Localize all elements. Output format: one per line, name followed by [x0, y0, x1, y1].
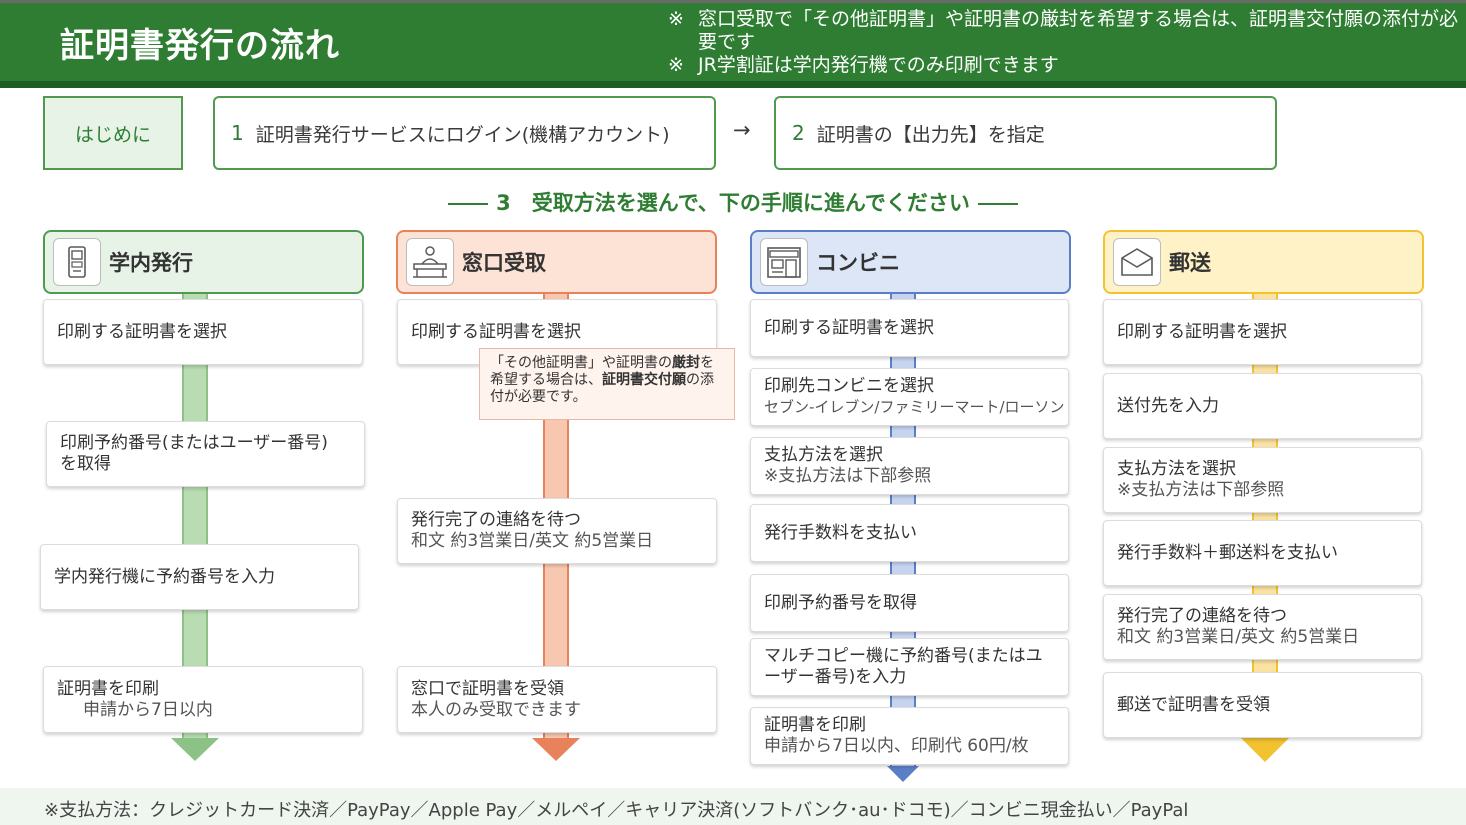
step-line: 印刷予約番号を取得	[764, 592, 917, 613]
intro-step-login: 1 証明書発行サービスにログイン(機構アカウント)	[213, 96, 716, 170]
note-mark: ※	[668, 8, 684, 30]
campus-step-enter-number: 学内発行機に予約番号を入力	[40, 544, 359, 610]
flow-arrowhead-counter	[532, 738, 580, 761]
note-text: JR学割証は学内発行機でのみ印刷できます	[698, 54, 1059, 76]
column-title: コンビニ	[816, 251, 900, 275]
callout-emphasis: 証明書交付願	[602, 372, 686, 388]
note-mark: ※	[668, 54, 684, 76]
convenience-step-get-number: 印刷予約番号を取得	[750, 574, 1069, 632]
step-line: 支払方法を選択	[1117, 459, 1236, 479]
intro-label: はじめに	[43, 96, 183, 170]
header-note-counter: ※ 窓口受取で「その他証明書」や証明書の厳封を希望する場合は、証明書交付願の添付…	[668, 8, 1458, 54]
campus-step-select: 印刷する証明書を選択	[43, 299, 363, 365]
mail-step-select: 印刷する証明書を選択	[1103, 299, 1422, 365]
note-text: 窓口受取で「その他証明書」や証明書の厳封を希望する場合は、証明書交付願の添付が必…	[698, 8, 1459, 53]
convenience-step-pay: 発行手数料を支払い	[750, 504, 1069, 562]
header-notes: ※ 窓口受取で「その他証明書」や証明書の厳封を希望する場合は、証明書交付願の添付…	[668, 8, 1458, 77]
flow-arrowhead-mail	[1241, 738, 1289, 762]
campus-step-get-number: 印刷予約番号(またはユーザー番号) を取得	[46, 421, 365, 487]
step-line: 申請から7日以内、印刷代 60円/枚	[764, 736, 1029, 756]
step-line: ※支払方法は下部参照	[1117, 480, 1285, 500]
step-line: 本人のみ受取できます	[411, 699, 581, 720]
step-line: 学内発行機に予約番号を入力	[54, 566, 275, 587]
convenience-step-enter-number: マルチコピー機に予約番号(またはユ ーザー番号)を入力	[750, 638, 1069, 696]
column-title: 郵送	[1169, 251, 1211, 275]
step-line: 印刷先コンビニを選択	[764, 376, 934, 396]
campus-step-print: 証明書を印刷 申請から7日以内	[43, 666, 363, 733]
step-line: 和文 約3営業日/英文 約5営業日	[411, 531, 654, 551]
column-header-counter: 窓口受取	[396, 230, 717, 294]
column-title: 窓口受取	[462, 251, 546, 275]
step-line: 印刷する証明書を選択	[411, 321, 581, 342]
intro-step-destination: 2 証明書の【出力先】を指定	[774, 96, 1277, 170]
convenience-step-store: 印刷先コンビニを選択 セブン-イレブン/ファミリーマート/ローソン	[750, 368, 1069, 426]
step-line: ーザー番号)を入力	[764, 667, 907, 687]
step-line: 証明書を印刷	[764, 715, 866, 735]
page-title: 証明書発行の流れ	[60, 26, 340, 66]
mail-step-payment-method: 支払方法を選択 ※支払方法は下部参照	[1103, 447, 1422, 513]
kiosk-terminal-icon	[53, 238, 101, 286]
counter-step-wait: 発行完了の連絡を待つ 和文 約3営業日/英文 約5営業日	[397, 498, 717, 564]
mail-step-address: 送付先を入力	[1103, 373, 1422, 439]
envelope-icon	[1113, 238, 1161, 286]
step-number: 2	[792, 121, 805, 145]
step-line: 発行手数料＋郵送料を支払い	[1117, 542, 1338, 563]
step-number: 1	[231, 121, 244, 145]
section-subtitle: 3 受取方法を選んで、下の手順に進んでください	[0, 187, 1466, 217]
step-line: 印刷する証明書を選択	[764, 317, 934, 338]
step-line: 支払方法を選択	[764, 445, 883, 465]
counter-callout-note: 「その他証明書」や証明書の厳封を希望する場合は、証明書交付願の添付が必要です。	[479, 348, 735, 420]
step-line: マルチコピー機に予約番号(またはユ	[764, 646, 1043, 666]
store-front-icon	[760, 238, 808, 286]
column-title: 学内発行	[109, 251, 193, 275]
header-stripe	[0, 81, 1466, 88]
subtitle-rule-right	[977, 203, 1018, 205]
step-line: を取得	[60, 454, 111, 474]
mail-step-wait: 発行完了の連絡を待つ 和文 約3営業日/英文 約5営業日	[1103, 594, 1422, 660]
step-line: 印刷する証明書を選択	[57, 321, 227, 342]
step-line: 窓口で証明書を受領	[411, 678, 564, 699]
step-line: 申請から7日以内	[83, 699, 213, 720]
step-line: 郵送で証明書を受領	[1117, 694, 1270, 715]
step-line: 和文 約3営業日/英文 約5営業日	[1117, 627, 1360, 647]
step-line: 印刷する証明書を選択	[1117, 321, 1287, 342]
callout-text: 「その他証明書」や証明書の	[490, 355, 672, 371]
step-line: 発行手数料を支払い	[764, 522, 917, 543]
convenience-step-select: 印刷する証明書を選択	[750, 299, 1069, 357]
convenience-step-payment-method: 支払方法を選択 ※支払方法は下部参照	[750, 437, 1069, 495]
column-header-convenience: コンビニ	[750, 230, 1071, 294]
step-line: 印刷予約番号(またはユーザー番号)	[60, 433, 328, 453]
right-arrow-icon: →	[733, 118, 751, 142]
counter-desk-icon	[406, 238, 454, 286]
mail-step-receive: 郵送で証明書を受領	[1103, 672, 1422, 738]
convenience-step-print: 証明書を印刷 申請から7日以内、印刷代 60円/枚	[750, 707, 1069, 765]
payment-methods-note: ※支払方法：クレジットカード決済／PayPay／Apple Pay／メルペイ／キ…	[44, 800, 1189, 821]
mail-step-pay: 発行手数料＋郵送料を支払い	[1103, 520, 1422, 586]
step-line: ※支払方法は下部参照	[764, 466, 932, 486]
flow-arrowhead-campus	[171, 738, 219, 761]
subtitle-text: 3 受取方法を選んで、下の手順に進んでください	[496, 191, 970, 215]
subtitle-rule-left	[448, 203, 489, 205]
step-text: 証明書の【出力先】を指定	[816, 123, 1045, 146]
column-header-mail: 郵送	[1103, 230, 1424, 294]
step-line: 発行完了の連絡を待つ	[1117, 606, 1287, 626]
step-line: セブン-イレブン/ファミリーマート/ローソン	[764, 398, 1065, 416]
step-line: 発行完了の連絡を待つ	[411, 510, 581, 530]
callout-emphasis: 厳封	[672, 355, 700, 371]
counter-step-receive: 窓口で証明書を受領 本人のみ受取できます	[397, 666, 717, 733]
step-line: 証明書を印刷	[57, 678, 159, 699]
flow-arrowhead-convenience	[887, 766, 919, 782]
header-note-jr: ※ JR学割証は学内発行機でのみ印刷できます	[668, 54, 1458, 77]
column-header-campus: 学内発行	[43, 230, 364, 294]
step-line: 送付先を入力	[1117, 395, 1219, 416]
step-text: 証明書発行サービスにログイン(機構アカウント)	[255, 123, 670, 146]
